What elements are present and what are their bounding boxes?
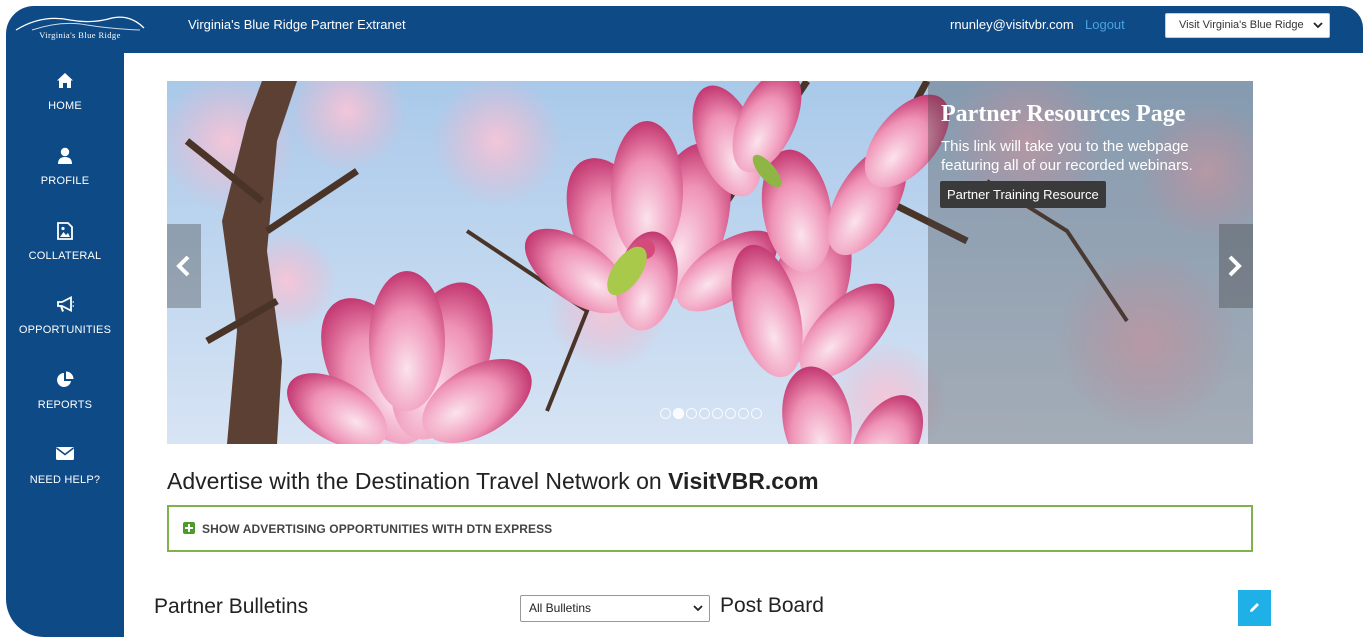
logo-text: Virginia's Blue Ridge: [39, 30, 121, 40]
sidebar-item-label: COLLATERAL: [28, 250, 102, 262]
sidebar-item-profile[interactable]: PROFILE: [6, 147, 124, 187]
post-board-title: Post Board: [720, 594, 824, 617]
sidebar-item-opportunities[interactable]: OPPORTUNITIES: [6, 296, 124, 336]
carousel-dot[interactable]: [712, 408, 723, 419]
chevron-right-icon: [1228, 255, 1242, 277]
sidebar-item-home[interactable]: HOME: [6, 72, 124, 112]
plus-square-icon: [183, 522, 195, 534]
home-icon: [6, 72, 124, 92]
carousel-next-button[interactable]: [1219, 224, 1253, 308]
logout-link[interactable]: Logout: [1085, 17, 1125, 32]
carousel-prev-button[interactable]: [167, 224, 201, 308]
sidebar-item-label: REPORTS: [37, 399, 93, 411]
site-selector-value: Visit Virginia's Blue Ridge: [1179, 19, 1304, 31]
pencil-icon: [1250, 603, 1259, 612]
carousel-dot[interactable]: [673, 408, 684, 419]
bulletin-filter-select[interactable]: All Bulletins: [520, 595, 710, 622]
site-title: Virginia's Blue Ridge Partner Extranet: [188, 17, 406, 32]
carousel-dot[interactable]: [738, 408, 749, 419]
hero-title: Partner Resources Page: [941, 101, 1186, 127]
chevron-down-icon: [1313, 14, 1323, 46]
carousel-dot[interactable]: [660, 408, 671, 419]
carousel-dot[interactable]: [725, 408, 736, 419]
sidebar-item-label: HOME: [48, 100, 82, 112]
envelope-icon: [6, 446, 124, 466]
accordion-label: SHOW ADVERTISING OPPORTUNITIES WITH DTN …: [202, 522, 553, 536]
sidebar-item-label: PROFILE: [40, 175, 90, 187]
chevron-left-icon: [176, 255, 190, 277]
carousel-dot[interactable]: [686, 408, 697, 419]
hero-carousel: Partner Resources Page This link will ta…: [167, 81, 1253, 444]
sidebar-item-label: NEED HELP?: [29, 474, 101, 486]
user-email: rnunley@visitvbr.com: [950, 17, 1074, 32]
hero-caption-panel: [928, 81, 1253, 444]
image-file-icon: [6, 222, 124, 242]
carousel-dot[interactable]: [751, 408, 762, 419]
user-icon: [6, 147, 124, 167]
advertising-heading-text: Advertise with the Destination Travel Ne…: [167, 468, 669, 494]
app-frame: Virginia's Blue Ridge Virginia's Blue Ri…: [6, 6, 1363, 637]
bullhorn-icon: [6, 296, 124, 316]
chevron-down-icon: [693, 596, 703, 631]
mountain-ridge-icon: [15, 16, 145, 31]
site-selector[interactable]: Visit Virginia's Blue Ridge: [1165, 13, 1330, 38]
edit-post-button[interactable]: [1238, 590, 1271, 626]
bulletin-filter-value: All Bulletins: [529, 601, 592, 615]
advertising-heading-site: VisitVBR.com: [668, 468, 819, 494]
bulletins-title: Partner Bulletins: [154, 595, 309, 618]
sidebar-item-collateral[interactable]: COLLATERAL: [6, 222, 124, 262]
sidebar-item-reports[interactable]: REPORTS: [6, 371, 124, 411]
advertising-heading: Advertise with the Destination Travel Ne…: [167, 468, 819, 495]
hero-description: This link will take you to the webpage f…: [941, 138, 1193, 174]
carousel-dot[interactable]: [699, 408, 710, 419]
pie-chart-icon: [6, 371, 124, 391]
sidebar-item-need-help[interactable]: NEED HELP?: [6, 446, 124, 486]
top-bar: Virginia's Blue Ridge Virginia's Blue Ri…: [6, 6, 1363, 53]
sidebar-nav: HOME PROFILE COLLATERAL OPPORTUNITIES RE…: [6, 53, 124, 637]
advertising-accordion[interactable]: SHOW ADVERTISING OPPORTUNITIES WITH DTN …: [167, 505, 1253, 552]
partner-training-button[interactable]: Partner Training Resource: [940, 181, 1106, 208]
sidebar-item-label: OPPORTUNITIES: [18, 324, 112, 336]
brand-logo[interactable]: Virginia's Blue Ridge: [12, 12, 148, 48]
